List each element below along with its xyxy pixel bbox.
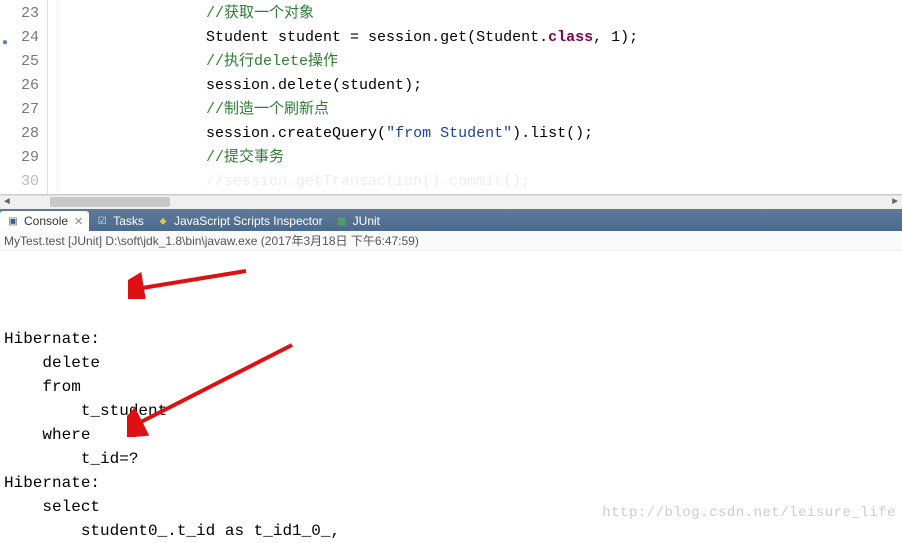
line-gutter: 2324252627282930 xyxy=(0,0,48,194)
annotation-arrow-1 xyxy=(128,259,248,299)
tab-label: Tasks xyxy=(113,214,144,228)
tab-label: Console xyxy=(24,214,68,228)
line-number[interactable]: 25 xyxy=(0,50,47,74)
console-line: delete xyxy=(4,351,898,375)
tab-console[interactable]: ▣ Console ✕ xyxy=(0,211,89,231)
tab-tasks[interactable]: ☑ Tasks xyxy=(89,211,150,231)
folding-ruler xyxy=(48,0,58,194)
code-line[interactable]: //session.getTransaction().commit(); xyxy=(62,170,902,194)
line-number[interactable]: 27 xyxy=(0,98,47,122)
line-number[interactable]: 29 xyxy=(0,146,47,170)
line-number[interactable]: 24 xyxy=(0,26,47,50)
code-line[interactable]: session.delete(student); xyxy=(62,74,902,98)
line-number[interactable]: 23 xyxy=(0,2,47,26)
console-line: from xyxy=(4,375,898,399)
console-line: t_id=? xyxy=(4,447,898,471)
horizontal-scrollbar[interactable]: ◄ ► xyxy=(0,195,902,209)
line-number[interactable]: 26 xyxy=(0,74,47,98)
console-line: t_student xyxy=(4,399,898,423)
tab-junit[interactable]: ▦ JUnit xyxy=(329,211,386,231)
console-icon: ▣ xyxy=(6,214,20,228)
console-line: Hibernate: xyxy=(4,471,898,495)
js-inspector-icon: ⬥ xyxy=(156,214,170,228)
console-line: student0_.t_id as t_id1_0_, xyxy=(4,519,898,543)
scroll-thumb[interactable] xyxy=(50,197,170,207)
console-line: where xyxy=(4,423,898,447)
tab-js-inspector[interactable]: ⬥ JavaScript Scripts Inspector xyxy=(150,211,329,231)
tab-label: JUnit xyxy=(353,214,380,228)
watermark-text: http://blog.csdn.net/leisure_life xyxy=(602,505,896,521)
views-tabbar: ▣ Console ✕ ☑ Tasks ⬥ JavaScript Scripts Inspe… xyxy=(0,209,902,231)
launch-info: MyTest.test [JUnit] D:\soft\jdk_1.8\bin\… xyxy=(0,231,902,251)
code-editor: 2324252627282930 //获取一个对象 Student studen… xyxy=(0,0,902,195)
code-line[interactable]: //提交事务 xyxy=(62,146,902,170)
junit-icon: ▦ xyxy=(335,214,349,228)
line-number[interactable]: 28 xyxy=(0,122,47,146)
console-line: Hibernate: xyxy=(4,327,898,351)
scroll-left-icon[interactable]: ◄ xyxy=(0,196,14,210)
tasks-icon: ☑ xyxy=(95,214,109,228)
tab-label: JavaScript Scripts Inspector xyxy=(174,214,323,228)
code-line[interactable]: //制造一个刷新点 xyxy=(62,98,902,122)
line-number[interactable]: 30 xyxy=(0,170,47,194)
code-line[interactable]: //获取一个对象 xyxy=(62,2,902,26)
code-line[interactable]: Student student = session.get(Student.cl… xyxy=(62,26,902,50)
code-body[interactable]: //获取一个对象 Student student = session.get(S… xyxy=(58,0,902,194)
code-line[interactable]: session.createQuery("from Student").list… xyxy=(62,122,902,146)
close-icon[interactable]: ✕ xyxy=(74,215,83,228)
code-line[interactable]: //执行delete操作 xyxy=(62,50,902,74)
scroll-right-icon[interactable]: ► xyxy=(888,196,902,210)
console-output[interactable]: Hibernate: delete from t_student where t… xyxy=(0,251,902,543)
